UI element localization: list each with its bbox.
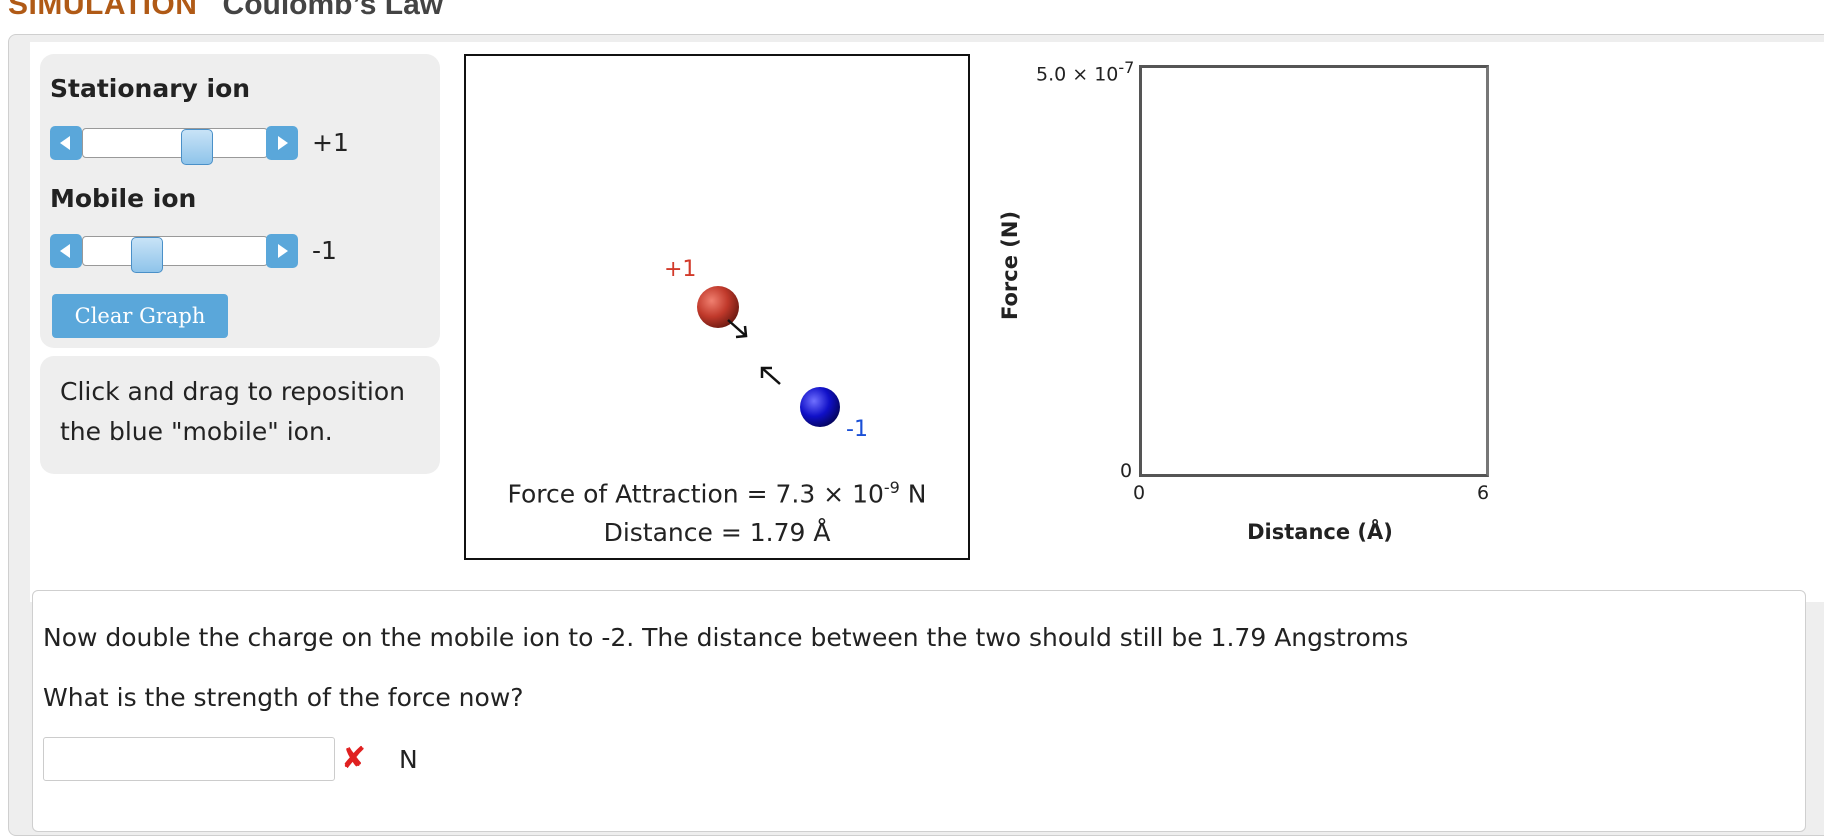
chevron-right-icon <box>278 136 288 150</box>
force-distance-graph <box>1139 65 1489 477</box>
x-axis-title: Distance (Å) <box>1247 520 1393 544</box>
y-axis-min-label: 0 <box>1120 460 1133 482</box>
slider-track[interactable] <box>82 128 268 165</box>
controls-panel: Stationary ion +1 Mobile ion -1 Clear Gr… <box>40 54 440 348</box>
question-prompt: What is the strength of the force now? <box>43 683 524 712</box>
slider-thumb[interactable] <box>181 129 213 165</box>
chevron-left-icon <box>60 244 70 258</box>
question-instruction: Now double the charge on the mobile ion … <box>43 623 1409 652</box>
y-axis-title: Force (N) <box>998 210 1022 320</box>
page-header: SIMULATION Coulomb’s Law <box>8 0 443 28</box>
arrow-up-left-icon <box>760 366 781 385</box>
incorrect-x-icon: ✘ <box>341 741 367 776</box>
force-readout: Force of Attraction = 7.3 × 10-9 N <box>507 478 927 509</box>
stationary-charge-label: +1 <box>664 257 696 282</box>
mobile-ion-label: Mobile ion <box>50 184 197 213</box>
answer-input[interactable] <box>43 737 335 781</box>
mobile-charge-label: -1 <box>846 417 868 442</box>
chevron-left-icon <box>60 136 70 150</box>
stationary-ion-label: Stationary ion <box>50 74 251 103</box>
mobile-increase-button[interactable] <box>266 234 298 268</box>
mobile-ion[interactable] <box>800 387 840 427</box>
stationary-ion-value: +1 <box>312 128 349 157</box>
slider-thumb[interactable] <box>131 237 163 273</box>
arrow-down-right-icon <box>727 319 748 339</box>
stationary-increase-button[interactable] <box>266 126 298 160</box>
section-label: SIMULATION <box>8 0 198 21</box>
instructions-text: Click and drag to reposition the blue "m… <box>60 377 405 446</box>
x-axis-min-label: 0 <box>1133 482 1146 504</box>
answer-unit-label: N <box>399 745 418 774</box>
x-axis-max-label: 6 <box>1477 482 1490 504</box>
stationary-ion <box>697 286 739 328</box>
instructions-panel: Click and drag to reposition the blue "m… <box>40 356 440 474</box>
mobile-ion-slider[interactable] <box>50 234 298 273</box>
mobile-decrease-button[interactable] <box>50 234 82 268</box>
ion-canvas[interactable]: +1 -1 Force of Attraction = 7.3 × 10-9 N… <box>464 54 970 560</box>
mobile-ion-value: -1 <box>312 236 337 265</box>
chevron-right-icon <box>278 244 288 258</box>
page-title: Coulomb’s Law <box>222 0 444 21</box>
y-axis-max-label: 5.0 × 10-7 <box>1036 58 1135 86</box>
stationary-decrease-button[interactable] <box>50 126 82 160</box>
slider-track[interactable] <box>82 236 268 273</box>
question-panel: Now double the charge on the mobile ion … <box>32 590 1806 832</box>
ion-scene: +1 -1 <box>664 257 868 442</box>
distance-readout: Distance = 1.79 Å <box>603 518 831 547</box>
clear-graph-button[interactable]: Clear Graph <box>52 294 228 338</box>
stationary-ion-slider[interactable] <box>50 126 298 165</box>
